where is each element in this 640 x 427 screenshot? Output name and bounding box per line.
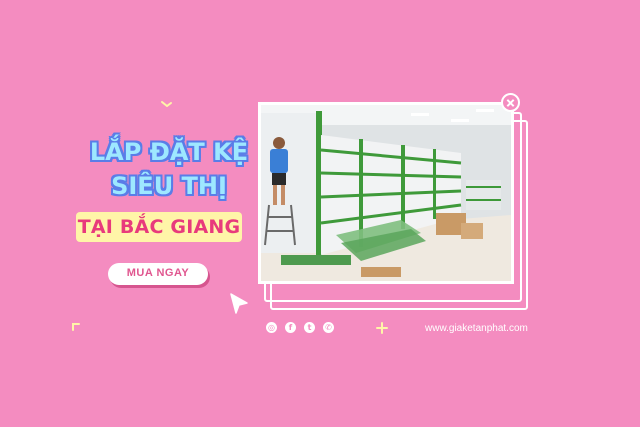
plus-decoration (376, 322, 388, 334)
sparkle-decoration-left (72, 323, 80, 331)
location-badge: TẠI BẮC GIANG (76, 212, 242, 242)
store-shelves-photo (258, 102, 514, 284)
twitter-icon[interactable]: t (304, 322, 315, 333)
website-link[interactable]: www.giaketanphat.com (425, 323, 528, 334)
banner: LẮP ĐẶT KỆ SIÊU THỊ TẠI BẮC GIANG MUA NG… (0, 0, 640, 427)
headline-line-1: LẮP ĐẶT KỆ (89, 138, 249, 166)
buy-now-button[interactable]: MUA NGAY (108, 263, 208, 285)
sparkle-decoration-top (161, 101, 172, 107)
cursor-arrow-icon (230, 293, 248, 314)
location-text: TẠI BẮC GIANG (77, 216, 241, 238)
whatsapp-icon[interactable]: ✆ (323, 322, 334, 333)
close-icon[interactable] (501, 93, 520, 112)
facebook-icon[interactable]: f (285, 322, 296, 333)
buy-now-label: MUA NGAY (126, 267, 190, 279)
instagram-icon[interactable]: ◎ (266, 322, 277, 333)
store-shelves-illustration (261, 105, 511, 281)
headline-line-2: SIÊU THỊ (111, 172, 227, 200)
